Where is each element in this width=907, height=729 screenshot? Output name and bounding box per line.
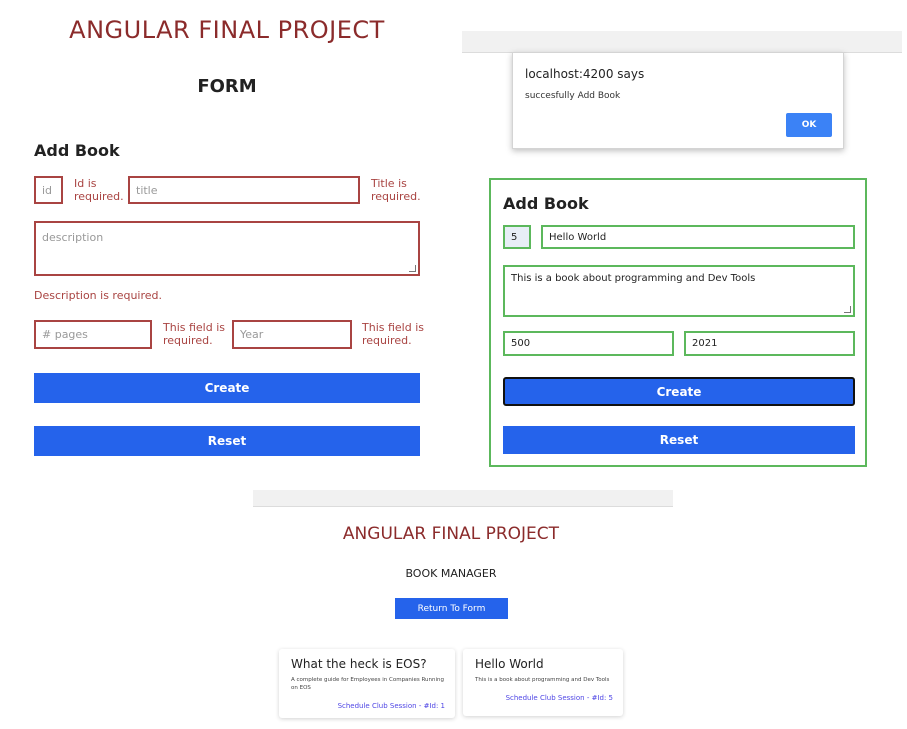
create-button[interactable]: Create	[34, 373, 420, 403]
add-book-title: Add Book	[503, 194, 589, 213]
reset-button[interactable]: Reset	[503, 426, 855, 454]
book-card: Hello World This is a book about program…	[463, 649, 623, 716]
description-error: Description is required.	[34, 289, 163, 302]
year-input[interactable]: 2021	[684, 331, 855, 356]
alert-message: succesfully Add Book	[525, 91, 621, 101]
app-title: ANGULAR FINAL PROJECT	[69, 16, 385, 44]
form-heading: FORM	[197, 76, 257, 97]
id-input[interactable]: 5	[503, 225, 531, 249]
id-input[interactable]: id	[34, 176, 63, 204]
schedule-link[interactable]: Schedule Club Session - #Id: 5	[506, 694, 613, 702]
schedule-link[interactable]: Schedule Club Session - #Id: 1	[338, 702, 445, 710]
alert-dialog: localhost:4200 says succesfully Add Book…	[512, 52, 844, 149]
book-title: Hello World	[475, 657, 544, 671]
description-input[interactable]: description	[34, 221, 420, 276]
manager-app-title: ANGULAR FINAL PROJECT	[342, 524, 560, 544]
return-to-form-button[interactable]: Return To Form	[395, 598, 508, 619]
reset-button[interactable]: Reset	[34, 426, 420, 456]
description-input[interactable]: This is a book about programming and Dev…	[503, 265, 855, 317]
book-description: This is a book about programming and Dev…	[475, 677, 610, 683]
title-input[interactable]: title	[128, 176, 360, 204]
alert-ok-button[interactable]: OK	[786, 113, 832, 137]
pages-error: This field is required.	[163, 321, 225, 347]
id-error: Id is required.	[74, 177, 124, 203]
pages-input[interactable]: # pages	[34, 320, 152, 349]
year-error: This field is required.	[362, 321, 424, 347]
valid-form-card: Add Book 5 Hello World This is a book ab…	[489, 178, 867, 467]
book-title: What the heck is EOS?	[291, 657, 427, 671]
browser-bar	[462, 31, 902, 53]
book-card: What the heck is EOS? A complete guide f…	[279, 649, 455, 718]
year-input[interactable]: Year	[232, 320, 352, 349]
add-book-title: Add Book	[34, 141, 120, 160]
alert-title: localhost:4200 says	[525, 67, 645, 81]
pages-input[interactable]: 500	[503, 331, 674, 356]
book-description: A complete guide for Employees in Compan…	[291, 677, 444, 691]
title-input[interactable]: Hello World	[541, 225, 855, 249]
browser-bar	[253, 490, 673, 507]
resize-handle-icon[interactable]	[409, 265, 416, 272]
resize-handle-icon[interactable]	[844, 306, 851, 313]
manager-subtitle: BOOK MANAGER	[405, 567, 497, 580]
title-error: Title is required.	[371, 177, 421, 203]
create-button[interactable]: Create	[503, 377, 855, 406]
